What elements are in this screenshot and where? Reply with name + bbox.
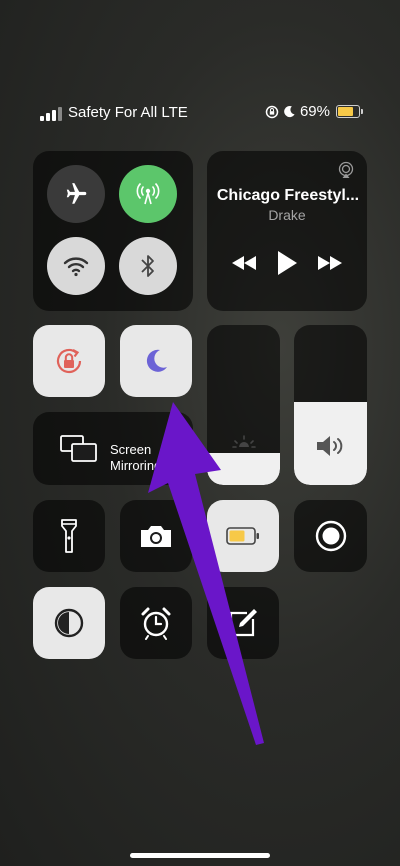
- brightness-icon: [232, 435, 256, 448]
- track-title: Chicago Freestyl...: [216, 187, 360, 204]
- moon-icon: [146, 349, 167, 372]
- status-bar: Safety For All LTE 69%: [40, 103, 363, 125]
- orientation-lock-icon: [56, 348, 82, 374]
- home-indicator: [130, 853, 270, 858]
- bluetooth-icon: [141, 255, 154, 277]
- alarm-clock-icon: [141, 607, 171, 640]
- screen-mirroring-label-line1: Screen: [110, 442, 152, 457]
- low-power-mode-button[interactable]: [207, 500, 279, 572]
- airplane-icon: [66, 183, 87, 204]
- flashlight-icon: [61, 519, 77, 553]
- bluetooth-button[interactable]: [119, 237, 177, 295]
- cellular-data-button[interactable]: [119, 165, 177, 223]
- orientation-lock-button[interactable]: [33, 325, 105, 397]
- screen-mirroring-label-line2: Mirroring: [110, 458, 162, 473]
- wifi-icon: [63, 257, 89, 277]
- wifi-button[interactable]: [47, 237, 105, 295]
- camera-icon: [141, 526, 171, 547]
- now-playing-module: Chicago Freestyl... Drake: [207, 151, 367, 311]
- volume-slider[interactable]: [294, 325, 367, 485]
- screen-mirroring-icon: [60, 435, 97, 462]
- notes-icon: [229, 609, 257, 637]
- flashlight-button[interactable]: [33, 500, 105, 572]
- low-power-mode-icon: [226, 527, 259, 545]
- rewind-icon[interactable]: [231, 256, 256, 270]
- brightness-slider[interactable]: [207, 325, 280, 485]
- screen-record-icon: [315, 520, 346, 552]
- play-icon[interactable]: [277, 251, 297, 275]
- dark-mode-button[interactable]: [33, 587, 105, 659]
- alarm-button[interactable]: [120, 587, 192, 659]
- dark-mode-icon: [54, 608, 84, 638]
- connectivity-module: [33, 151, 193, 311]
- airplay-icon[interactable]: [337, 161, 355, 179]
- notes-button[interactable]: [207, 587, 279, 659]
- moon-icon: [284, 105, 295, 118]
- cellular-data-icon: [136, 182, 160, 205]
- carrier-label: Safety For All LTE: [68, 104, 188, 121]
- orientation-lock-icon: [265, 105, 279, 118]
- screen-mirroring-button[interactable]: Screen Mirroring: [33, 412, 193, 485]
- track-artist: Drake: [268, 207, 306, 223]
- screen-record-button[interactable]: [294, 500, 367, 572]
- fast-forward-icon[interactable]: [318, 256, 343, 270]
- battery-icon: [336, 105, 363, 118]
- airplane-mode-button[interactable]: [47, 165, 105, 223]
- speaker-icon: [317, 436, 343, 456]
- camera-button[interactable]: [120, 500, 192, 572]
- do-not-disturb-button[interactable]: [120, 325, 192, 397]
- battery-percent: 69%: [299, 103, 330, 120]
- signal-bars-icon: [40, 107, 64, 121]
